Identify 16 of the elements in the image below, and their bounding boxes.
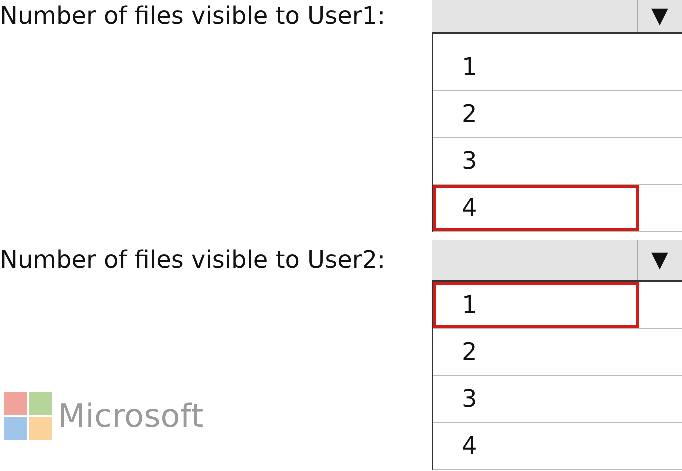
dropdown-option[interactable]: 1 (433, 282, 639, 328)
dropdown-option[interactable]: 3 (433, 138, 639, 184)
question-label: Number of files visible to User1: (0, 1, 387, 32)
dropdown-arrow-button[interactable]: ▼ (637, 240, 682, 280)
question-label: Number of files visible to User2: (0, 245, 387, 276)
logo-text: Microsoft (58, 397, 204, 435)
dropdown-option[interactable]: 2 (433, 91, 639, 137)
dropdown-option[interactable]: 2 (433, 329, 639, 375)
dropdown-arrow-button[interactable]: ▼ (637, 0, 682, 32)
dropdown-option[interactable]: 4 (433, 185, 639, 231)
dropdown-option[interactable]: 3 (433, 376, 639, 422)
windows-squares-icon (4, 392, 52, 440)
dropdown-option[interactable]: 1 (433, 44, 639, 90)
dropdown-field[interactable]: ▼ (432, 0, 682, 34)
dropdown-field[interactable]: ▼ (432, 240, 682, 282)
dropdown-option[interactable]: 4 (433, 423, 639, 469)
